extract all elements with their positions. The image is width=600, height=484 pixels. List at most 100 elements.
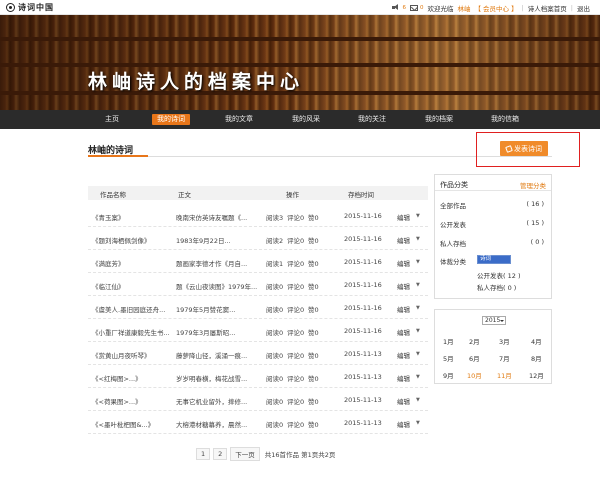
edit-link[interactable]: 编辑 <box>397 304 410 314</box>
banner-shelf <box>0 37 600 41</box>
poem-title[interactable]: 《赏黄山月夜听琴》 <box>92 350 151 360</box>
edit-link[interactable]: 编辑 <box>397 396 410 406</box>
chevron-down-icon[interactable]: ▼ <box>416 259 420 265</box>
mail-count: 0 <box>419 4 424 11</box>
like-count: 赞0 <box>308 237 319 245</box>
month-9[interactable]: 9月 <box>443 370 454 380</box>
nav-my-poems[interactable]: 我的诗词 <box>152 114 190 125</box>
genre-private-link[interactable]: 私人存档( 0 ) <box>477 282 516 292</box>
nav-my-archive[interactable]: 我的档案 <box>420 114 458 125</box>
month-2[interactable]: 2月 <box>469 336 480 346</box>
genre-select[interactable]: 诗词 <box>477 255 511 264</box>
next-page-button[interactable]: 下一页 <box>230 447 260 461</box>
chevron-down-icon[interactable]: ▼ <box>416 374 420 380</box>
edit-link[interactable]: 编辑 <box>397 281 410 291</box>
poem-title[interactable]: 《<红梅图>...》 <box>92 373 142 383</box>
month-7[interactable]: 7月 <box>499 353 510 363</box>
category-public[interactable]: 公开发表 ( 15 ) <box>440 219 548 229</box>
edit-link[interactable]: 编辑 <box>397 373 410 383</box>
chevron-down-icon[interactable]: ▼ <box>416 351 420 357</box>
genre-public-link[interactable]: 公开发表( 12 ) <box>477 270 520 280</box>
nav-my-mailbox[interactable]: 我的信箱 <box>486 114 524 125</box>
manage-category-link[interactable]: 管理分类 <box>520 180 546 190</box>
member-center-link[interactable]: 【 会员中心 】 <box>474 3 517 13</box>
edit-link[interactable]: 编辑 <box>397 327 410 337</box>
nav-my-articles[interactable]: 我的文章 <box>220 114 258 125</box>
logout-link[interactable]: 退出 <box>577 3 590 13</box>
top-user-area: 6 0 欢迎光临 林岫 【 会员中心 】 | 诗人档案首页 | 退出 <box>392 3 590 13</box>
poem-excerpt: 晚南宋仿英诗友嘱题《... <box>176 214 248 222</box>
archive-time: 2015-11-16 <box>344 304 382 312</box>
year-select[interactable]: 2015 <box>482 316 506 325</box>
mail-icon[interactable] <box>409 4 418 11</box>
page-1-button[interactable]: 1 <box>196 448 211 460</box>
banner-title: 林岫诗人的档案中心 <box>88 71 305 93</box>
month-3[interactable]: 3月 <box>499 336 510 346</box>
read-count: 阅读0 <box>266 283 284 291</box>
nav-my-follows[interactable]: 我的关注 <box>353 114 391 125</box>
comment-count: 评论0 <box>287 283 305 291</box>
category-private[interactable]: 私人存档 ( 0 ) <box>440 238 548 248</box>
month-12[interactable]: 12月 <box>529 370 544 380</box>
poem-title[interactable]: 《小重厂祥道康毅先生书... <box>92 327 170 337</box>
category-panel: 作品分类 管理分类 全部作品 ( 16 ) 公开发表 ( 15 ) 私人存档 (… <box>434 174 552 299</box>
month-4[interactable]: 4月 <box>531 336 542 346</box>
message-count: 6 <box>402 4 406 11</box>
comment-count: 评论0 <box>287 352 305 360</box>
chevron-down-icon[interactable]: ▼ <box>416 328 420 334</box>
month-5[interactable]: 5月 <box>443 353 454 363</box>
poem-excerpt: 藤萝降山径，溪涌一痕... <box>176 352 248 360</box>
separator: | <box>521 3 524 12</box>
archive-time: 2015-11-16 <box>344 258 382 266</box>
poem-title[interactable]: 《青玉案》 <box>92 212 125 222</box>
read-count: 阅读0 <box>266 306 284 314</box>
poem-title[interactable]: 《题刘海栖佩剑像》 <box>92 235 151 245</box>
poem-title[interactable]: 《满庭芳》 <box>92 258 125 268</box>
table-row: 《小重厂祥道康毅先生书... 1979年3月屡斯昭... 阅读0 评论0 赞0 … <box>88 319 428 342</box>
edit-link[interactable]: 编辑 <box>397 419 410 429</box>
month-6[interactable]: 6月 <box>469 353 480 363</box>
chevron-down-icon[interactable]: ▼ <box>416 213 420 219</box>
edit-link[interactable]: 编辑 <box>397 212 410 222</box>
nav-home[interactable]: 主页 <box>100 114 124 125</box>
table-row: 《满庭芳》 题画家李德才作《月自... 阅读1 评论0 赞0 2015-11-1… <box>88 250 428 273</box>
table-row: 《青玉案》 晚南宋仿英诗友嘱题《... 阅读3 评论0 赞0 2015-11-1… <box>88 204 428 227</box>
chevron-down-icon[interactable]: ▼ <box>416 397 420 403</box>
read-count: 阅读0 <box>266 421 284 429</box>
month-8[interactable]: 8月 <box>531 353 542 363</box>
archive-time: 2015-11-16 <box>344 235 382 243</box>
category-count: ( 0 ) <box>530 238 544 246</box>
nav-my-style[interactable]: 我的风采 <box>287 114 325 125</box>
category-all[interactable]: 全部作品 ( 16 ) <box>440 200 548 210</box>
chevron-down-icon[interactable]: ▼ <box>416 420 420 426</box>
poem-title[interactable]: 《虞美人.墨旧园庭还舟... <box>92 304 165 314</box>
chevron-down-icon[interactable]: ▼ <box>416 282 420 288</box>
chevron-down-icon[interactable]: ▼ <box>416 236 420 242</box>
page-2-button[interactable]: 2 <box>213 448 228 460</box>
category-label: 私人存档 <box>440 240 466 248</box>
archive-home-link[interactable]: 诗人档案首页 <box>528 3 567 13</box>
edit-link[interactable]: 编辑 <box>397 258 410 268</box>
genre-label: 体裁分类 <box>440 258 466 266</box>
chevron-down-icon[interactable]: ▼ <box>416 305 420 311</box>
poem-title[interactable]: 《<荷果图>...》 <box>92 396 142 406</box>
edit-link[interactable]: 编辑 <box>397 350 410 360</box>
site-logo[interactable]: 诗词中国 <box>6 2 54 13</box>
edit-link[interactable]: 编辑 <box>397 235 410 245</box>
poem-excerpt: 大榕港材糖幕养，晨然... <box>176 421 248 429</box>
col-time: 存档时间 <box>348 191 374 199</box>
category-count: ( 16 ) <box>526 200 544 208</box>
archive-time: 2015-11-16 <box>344 212 382 220</box>
month-1[interactable]: 1月 <box>443 336 454 346</box>
poem-excerpt: 题画家李德才作《月自... <box>176 260 248 268</box>
month-11[interactable]: 11月 <box>497 370 512 380</box>
table-row: 《赏黄山月夜听琴》 藤萝降山径，溪涌一痕... 阅读0 评论0 赞0 2015-… <box>88 342 428 365</box>
like-count: 赞0 <box>308 421 319 429</box>
poem-title[interactable]: 《<墨叶枇杷图&...》 <box>92 419 154 429</box>
username-link[interactable]: 林岫 <box>457 3 470 13</box>
speaker-icon[interactable] <box>392 4 400 11</box>
month-10[interactable]: 10月 <box>467 370 482 380</box>
publish-poem-button[interactable]: 发表诗词 <box>500 141 548 156</box>
poem-title[interactable]: 《临江仙》 <box>92 281 125 291</box>
read-count: 阅读0 <box>266 329 284 337</box>
